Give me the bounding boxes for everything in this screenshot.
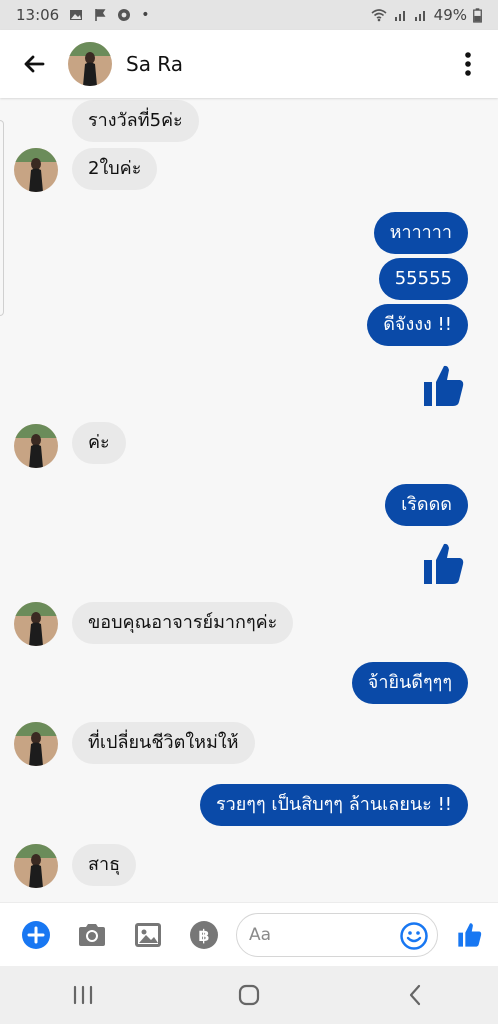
add-button[interactable] — [8, 903, 64, 967]
chevron-left-icon — [409, 984, 421, 1006]
message-incoming[interactable]: ค่ะ — [72, 422, 126, 464]
wifi-icon — [371, 9, 387, 22]
message-input-box[interactable] — [236, 912, 438, 957]
message-incoming[interactable]: ที่เปลี่ยนชีวิตใหม่ให้ — [72, 722, 255, 764]
avatar-photo-icon — [14, 602, 58, 646]
recent-apps-icon — [73, 985, 93, 1005]
baht-icon: ฿ — [190, 920, 218, 949]
back-button[interactable] — [0, 30, 68, 98]
more-notifications-dot: • — [141, 7, 150, 23]
contact-name[interactable]: Sa Ra — [126, 52, 183, 76]
camera-icon — [79, 923, 105, 946]
sender-avatar[interactable] — [14, 722, 58, 766]
avatar-photo-icon — [68, 42, 112, 86]
message-incoming[interactable]: 2ใบค่ะ — [72, 148, 158, 190]
sender-avatar[interactable] — [14, 602, 58, 646]
thumbs-up-icon[interactable] — [420, 540, 468, 588]
contact-avatar[interactable] — [68, 42, 112, 86]
gallery-notification-icon — [70, 10, 83, 20]
message-outgoing[interactable]: รวยๆๆ เป็นสิบๆๆ ล้านเลยนะ !! — [199, 784, 468, 826]
thumbs-up-icon — [458, 922, 482, 947]
home-icon — [238, 984, 260, 1006]
message-composer: ฿ — [0, 902, 498, 966]
message-input[interactable] — [249, 924, 389, 945]
sender-avatar[interactable] — [14, 148, 58, 192]
flag-notification-icon — [95, 9, 106, 21]
message-incoming[interactable]: ขอบคุณอาจารย์มากๆค่ะ — [72, 602, 294, 644]
avatar-photo-icon — [14, 148, 58, 192]
home-button[interactable] — [209, 966, 289, 1024]
image-icon — [135, 922, 161, 947]
svg-text:฿: ฿ — [198, 926, 209, 945]
send-like-button[interactable] — [442, 903, 498, 967]
vertical-dots-icon — [465, 52, 471, 76]
pay-button[interactable]: ฿ — [176, 903, 232, 967]
conversation-header: Sa Ra — [0, 30, 498, 98]
signal-icon-2 — [414, 11, 425, 21]
signal-icon — [394, 11, 405, 21]
more-options-button[interactable] — [438, 30, 498, 98]
message-outgoing[interactable]: จ้ายินดีๆๆๆ — [351, 662, 468, 704]
message-outgoing[interactable]: หาาาาา — [373, 212, 468, 254]
emoji-icon[interactable] — [399, 921, 429, 951]
status-bar: 13:06 • 49% — [0, 0, 498, 30]
battery-level: 49% — [433, 6, 467, 24]
avatar-photo-icon — [14, 722, 58, 766]
chrome-notification-icon — [118, 9, 131, 21]
battery-icon — [473, 7, 482, 23]
avatar-photo-icon — [14, 424, 58, 468]
avatar-photo-icon — [14, 844, 58, 888]
thumbs-up-icon[interactable] — [420, 362, 468, 410]
back-nav-button[interactable] — [375, 966, 455, 1024]
scroll-indicator — [0, 120, 4, 316]
message-incoming[interactable]: รางวัลที่5ค่ะ — [72, 100, 199, 142]
back-arrow-icon — [24, 55, 45, 73]
recent-apps-button[interactable] — [43, 966, 123, 1024]
message-incoming[interactable]: สาธุ — [72, 844, 137, 886]
message-outgoing[interactable]: เริดดด — [385, 484, 468, 526]
gallery-button[interactable] — [120, 903, 176, 967]
sender-avatar[interactable] — [14, 844, 58, 888]
plus-icon — [22, 920, 50, 949]
message-list[interactable]: รางวัลที่5ค่ะ 2ใบค่ะ หาาาาา 55555 ดีจังง… — [0, 98, 498, 902]
system-navigation-bar — [0, 966, 498, 1024]
message-outgoing[interactable]: ดีจังงง !! — [367, 304, 468, 346]
message-outgoing[interactable]: 55555 — [378, 258, 468, 300]
status-time: 13:06 — [16, 6, 60, 24]
sender-avatar[interactable] — [14, 424, 58, 468]
camera-button[interactable] — [64, 903, 120, 967]
